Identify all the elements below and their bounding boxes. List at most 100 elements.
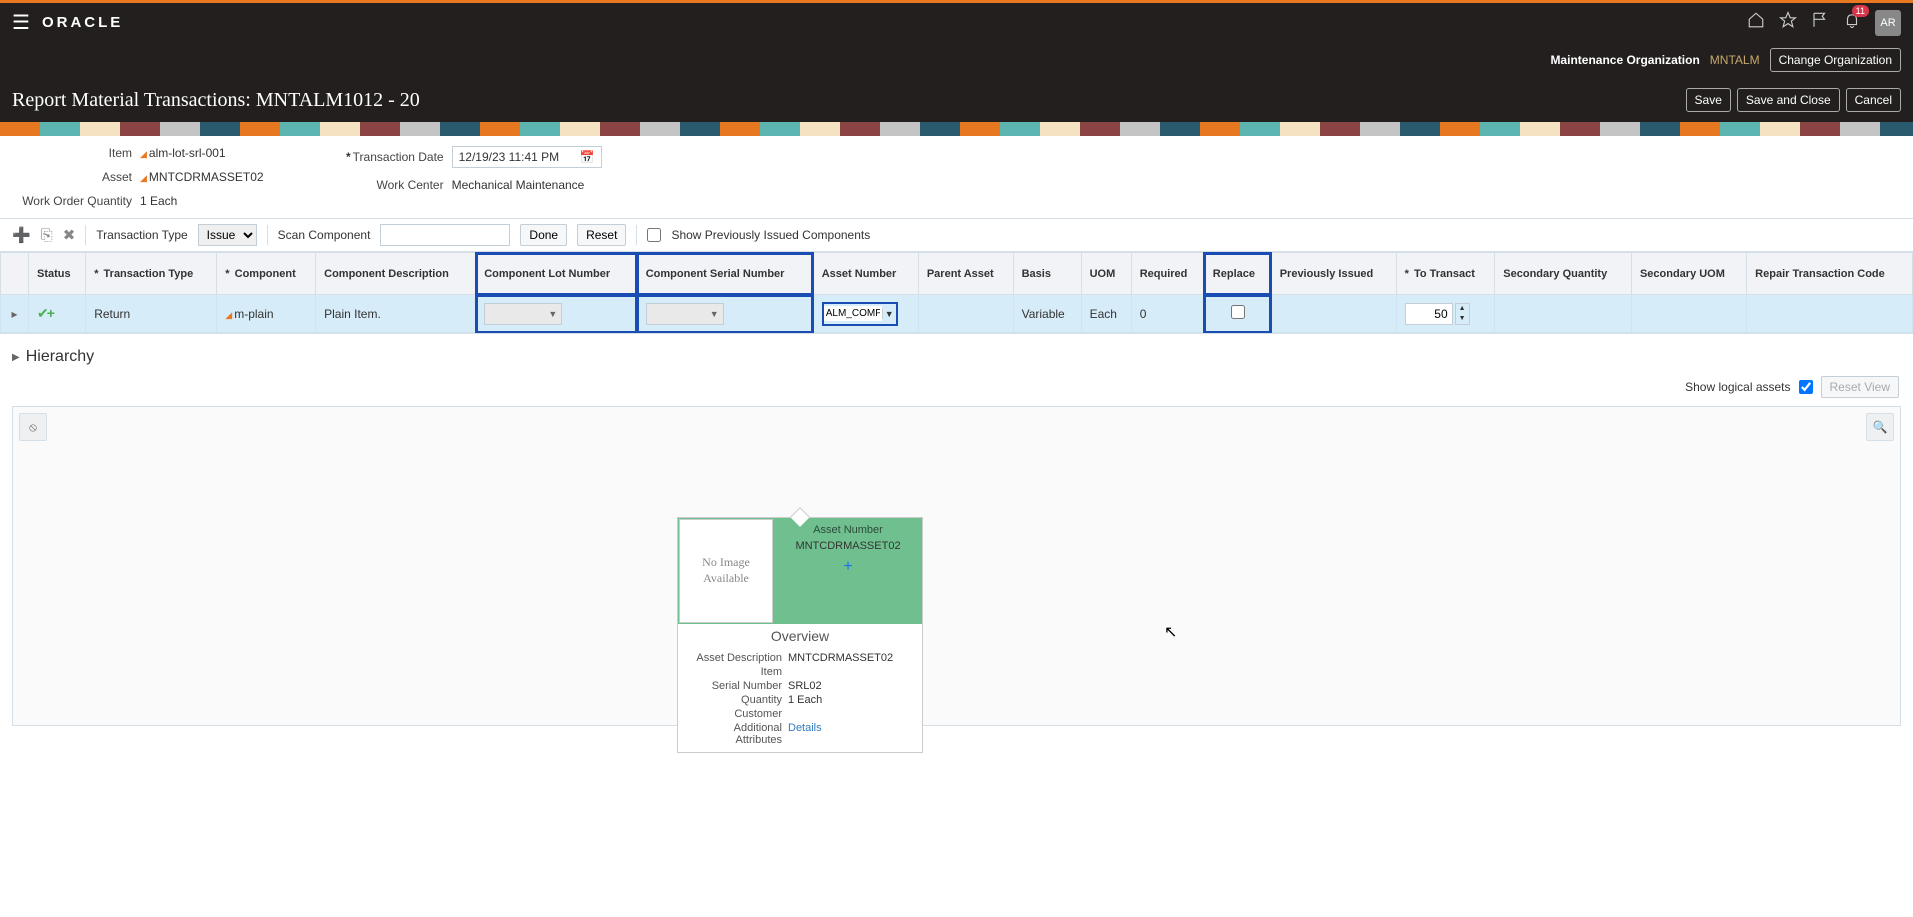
totransact-input[interactable]: [1405, 303, 1453, 325]
link-flag-icon: ◢: [225, 310, 232, 320]
info-tdate: *Transaction Date 12/19/23 11:41 PM 📅: [324, 146, 602, 168]
replace-checkbox[interactable]: [1231, 305, 1245, 319]
scan-input[interactable]: [380, 224, 510, 246]
serial-value: SRL02: [788, 680, 822, 692]
cell-clot: ▼: [476, 295, 637, 333]
show-logical-checkbox[interactable]: [1799, 380, 1813, 394]
cell-repair: [1747, 295, 1913, 333]
col-required[interactable]: Required: [1131, 253, 1204, 295]
duplicate-icon[interactable]: ⎘: [41, 227, 53, 244]
col-component[interactable]: * Component: [217, 253, 316, 295]
hierarchy-canvas[interactable]: ⦸ 🔍 No Image Available Asset Number MNTC…: [12, 406, 1901, 726]
header-right: 11 AR: [1747, 10, 1901, 36]
row-expander[interactable]: ▸: [1, 295, 29, 333]
item-card-label: Item: [686, 666, 782, 678]
header-row: Status * Transaction Type * Component Co…: [1, 253, 1913, 295]
maint-org-value: MNTALM: [1710, 53, 1760, 67]
wc-value: Mechanical Maintenance: [452, 178, 585, 192]
assetnum-card-value: MNTCDRMASSET02: [778, 540, 918, 552]
cell-component: ◢m-plain: [217, 295, 316, 333]
item-value: ◢alm-lot-srl-001: [140, 146, 226, 160]
asset-card[interactable]: No Image Available Asset Number MNTCDRMA…: [677, 517, 923, 753]
overview-label: Overview: [678, 624, 922, 648]
ttype-select[interactable]: Issue: [198, 224, 257, 246]
oracle-logo: ORACLE: [42, 14, 123, 31]
assetnum-combo[interactable]: ▼: [822, 302, 898, 326]
flag-icon[interactable]: [1811, 11, 1829, 34]
asset-card-details: Asset DescriptionMNTCDRMASSET02 Item Ser…: [678, 648, 922, 752]
expand-plus-icon[interactable]: +: [778, 558, 918, 576]
cell-status: ✔+: [29, 295, 86, 333]
col-parent[interactable]: Parent Asset: [918, 253, 1013, 295]
asset-label: Asset: [12, 170, 132, 184]
cell-parent: [918, 295, 1013, 333]
calendar-icon[interactable]: 📅: [580, 150, 595, 164]
details-link[interactable]: Details: [788, 722, 822, 746]
col-status[interactable]: Status: [29, 253, 86, 295]
cell-cdesc: Plain Item.: [316, 295, 476, 333]
col-cserial[interactable]: Component Serial Number: [637, 253, 813, 295]
col-assetnum[interactable]: Asset Number: [813, 253, 918, 295]
spinner-up[interactable]: ▲: [1456, 304, 1469, 314]
delete-row-icon[interactable]: ✖: [63, 226, 76, 244]
search-icon[interactable]: 🔍: [1866, 413, 1894, 441]
col-basis[interactable]: Basis: [1013, 253, 1081, 295]
reset-button[interactable]: Reset: [577, 224, 626, 246]
col-secqty[interactable]: Secondary Quantity: [1495, 253, 1632, 295]
compass-icon[interactable]: ⦸: [19, 413, 47, 441]
show-prev-label: Show Previously Issued Components: [671, 228, 870, 242]
link-flag-icon: ◢: [140, 149, 147, 159]
chevron-down-icon[interactable]: ▼: [882, 309, 896, 319]
qty-label: Quantity: [686, 694, 782, 706]
col-prev[interactable]: Previously Issued: [1271, 253, 1396, 295]
info-col-2: *Transaction Date 12/19/23 11:41 PM 📅 Wo…: [324, 146, 602, 208]
bell-icon[interactable]: 11: [1843, 11, 1861, 34]
info-wc: Work Center Mechanical Maintenance: [324, 178, 602, 192]
table-row[interactable]: ▸ ✔+ Return ◢m-plain Plain Item. ▼ ▼ ▼ V…: [1, 295, 1913, 333]
cell-prev: [1271, 295, 1396, 333]
status-ok-icon: ✔+: [37, 305, 53, 321]
desc-label: Asset Description: [686, 652, 782, 664]
hierarchy-controls: Show logical assets Reset View: [0, 372, 1913, 402]
hamburger-icon[interactable]: ☰: [12, 10, 30, 35]
col-clot[interactable]: Component Lot Number: [476, 253, 637, 295]
attr-label: Additional Attributes: [686, 722, 782, 746]
info-section: Item ◢alm-lot-srl-001 Asset ◢MNTCDRMASSE…: [0, 136, 1913, 218]
col-ttype[interactable]: * Transaction Type: [86, 253, 217, 295]
col-secuom[interactable]: Secondary UOM: [1631, 253, 1746, 295]
no-image-placeholder: No Image Available: [679, 519, 773, 623]
done-button[interactable]: Done: [520, 224, 567, 246]
hierarchy-header[interactable]: ▶ Hierarchy: [0, 334, 1913, 372]
show-logical-label: Show logical assets: [1685, 380, 1790, 394]
col-expander: [1, 253, 29, 295]
header-left: ☰ ORACLE: [12, 10, 123, 35]
collapse-icon[interactable]: ▶: [12, 352, 20, 363]
star-icon[interactable]: [1779, 11, 1797, 34]
reset-view-button[interactable]: Reset View: [1821, 376, 1899, 398]
col-uom[interactable]: UOM: [1081, 253, 1131, 295]
save-button[interactable]: Save: [1686, 88, 1731, 112]
assetnum-input[interactable]: [824, 306, 882, 321]
show-prev-checkbox[interactable]: [647, 228, 661, 242]
qty-value: 1 Each: [788, 694, 822, 706]
change-org-button[interactable]: Change Organization: [1770, 48, 1901, 72]
tdate-input[interactable]: 12/19/23 11:41 PM 📅: [452, 146, 602, 168]
col-replace[interactable]: Replace: [1204, 253, 1271, 295]
col-totransact[interactable]: * To Transact: [1396, 253, 1495, 295]
col-cdesc[interactable]: Component Description: [316, 253, 476, 295]
spinner-down[interactable]: ▼: [1456, 314, 1469, 324]
add-row-icon[interactable]: ➕: [12, 226, 31, 244]
wc-label: Work Center: [324, 178, 444, 192]
totransact-spinner[interactable]: ▲▼: [1405, 303, 1470, 325]
chevron-down-icon: ▼: [710, 309, 719, 319]
cancel-button[interactable]: Cancel: [1846, 88, 1901, 112]
cell-secqty: [1495, 295, 1632, 333]
save-close-button[interactable]: Save and Close: [1737, 88, 1840, 112]
col-repair[interactable]: Repair Transaction Code: [1747, 253, 1913, 295]
home-icon[interactable]: [1747, 11, 1765, 34]
cell-secuom: [1631, 295, 1746, 333]
avatar[interactable]: AR: [1875, 10, 1901, 36]
scan-label: Scan Component: [278, 228, 371, 242]
cserial-combo-disabled: ▼: [646, 303, 724, 325]
cust-label: Customer: [686, 708, 782, 720]
